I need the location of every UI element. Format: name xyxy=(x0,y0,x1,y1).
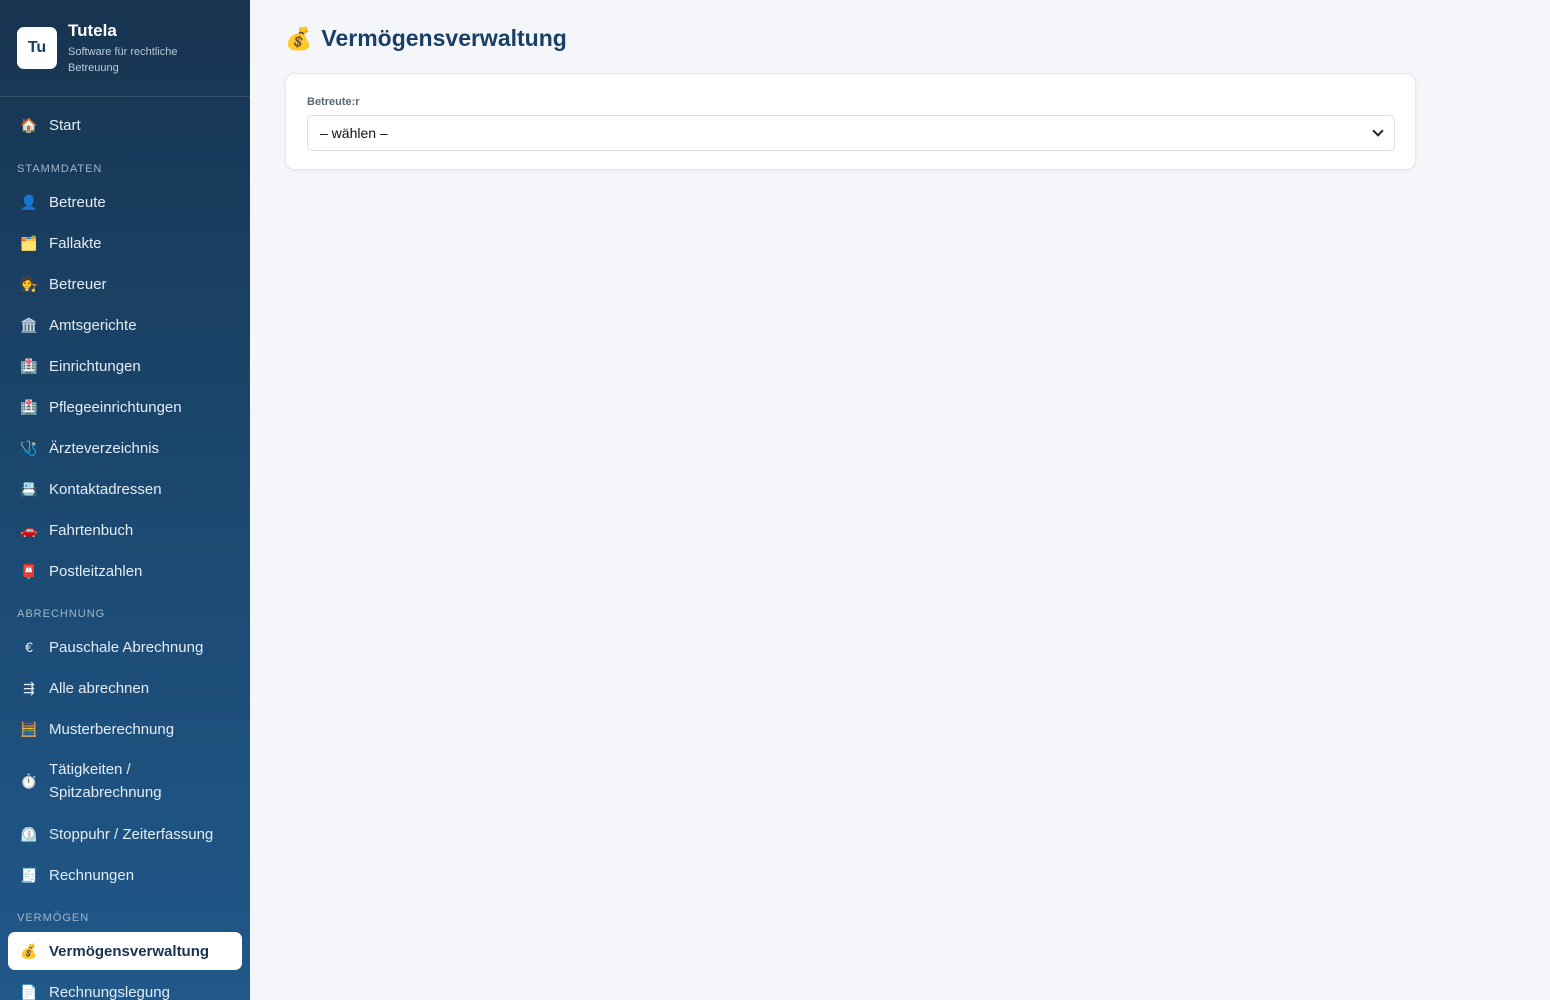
sidebar-item-label: Fahrtenbuch xyxy=(49,521,134,539)
sidebar-item-musterberechnung[interactable]: 🧮 Musterberechnung xyxy=(8,711,242,747)
sidebar-item-aerzteverzeichnis[interactable]: 🩺 Ärzteverzeichnis xyxy=(8,430,242,466)
judge-icon: 🧑‍⚖️ xyxy=(20,275,38,292)
app-logo: Tu xyxy=(17,27,57,69)
sidebar-item-fallakte[interactable]: 🗂️ Fallakte xyxy=(8,225,242,261)
sidebar-item-label: Ärzteverzeichnis xyxy=(49,439,160,457)
sidebar-item-start[interactable]: 🏠 Start xyxy=(8,107,242,143)
main-content: 💰 Vermögensverwaltung Betreute:r – wähle… xyxy=(250,0,1550,1000)
sidebar-item-label: Alle abrechnen xyxy=(49,679,150,697)
section-stammdaten: STAMMDATEN xyxy=(17,163,103,175)
sidebar-item-label: Postleitzahlen xyxy=(49,562,143,580)
sidebar-item-label: Pflegeeinrichtungen xyxy=(49,398,182,416)
sidebar-item-taetigkeiten[interactable]: ⏱️ Tätigkeiten / Spitzabrechnung xyxy=(8,756,242,806)
sidebar-item-kontaktadressen[interactable]: 📇 Kontaktadressen xyxy=(8,471,242,507)
sidebar-item-label: Betreute xyxy=(49,193,106,211)
betreute-select[interactable]: – wählen – xyxy=(307,115,1395,151)
sidebar-item-label: Amtsgerichte xyxy=(49,316,137,334)
sidebar-item-betreuer[interactable]: 🧑‍⚖️ Betreuer xyxy=(8,266,242,302)
brand-header: Tu Tutela Software für rechtliche Betreu… xyxy=(0,0,250,97)
sidebar-item-label: Pauschale Abrechnung xyxy=(49,638,204,656)
sidebar-item-label: Stoppuhr / Zeiterfassung xyxy=(49,825,214,843)
receipt-icon: 🧾 xyxy=(20,866,38,883)
betreute-select-card: Betreute:r – wählen – xyxy=(285,73,1416,170)
betreute-field-label: Betreute:r xyxy=(307,96,360,108)
app-subtitle: Software für rechtliche Betreuung xyxy=(68,46,178,74)
sidebar-item-amtsgerichte[interactable]: 🏛️ Amtsgerichte xyxy=(8,307,242,343)
sidebar-item-label: Vermögensverwaltung xyxy=(49,942,210,960)
sidebar-item-alle-abrechnen[interactable]: ⇶ Alle abrechnen xyxy=(8,670,242,706)
sidebar-item-label: Musterberechnung xyxy=(49,720,175,738)
home-icon: 🏠 xyxy=(20,116,38,133)
sidebar-item-label: Rechnungslegung xyxy=(49,983,170,1000)
sidebar-item-label: Einrichtungen xyxy=(49,357,141,375)
sidebar-item-postleitzahlen[interactable]: 📮 Postleitzahlen xyxy=(8,553,242,589)
sidebar-item-vermoegensverwaltung[interactable]: 💰 Vermögensverwaltung xyxy=(8,932,242,970)
document-icon: 📄 xyxy=(20,983,38,1000)
app-name: Tutela xyxy=(68,21,117,40)
money-bag-icon: 💰 xyxy=(285,25,313,51)
stopwatch-icon: ⏱️ xyxy=(20,772,38,789)
sidebar-item-einrichtungen[interactable]: 🏥 Einrichtungen xyxy=(8,348,242,384)
folder-icon: 🗂️ xyxy=(20,234,38,251)
card-index-icon: 📇 xyxy=(20,480,38,497)
chevron-down-icon xyxy=(1372,125,1384,137)
sidebar-item-label: Kontaktadressen xyxy=(49,480,162,498)
betreute-select-value: – wählen – xyxy=(320,125,388,141)
euro-icon: € xyxy=(25,639,33,655)
sidebar-item-pauschale-abrechnung[interactable]: € Pauschale Abrechnung xyxy=(8,629,242,665)
person-icon: 👤 xyxy=(20,193,38,210)
sidebar-item-label: Fallakte xyxy=(49,234,102,252)
page-title-text: Vermögensverwaltung xyxy=(321,25,567,51)
section-abrechnung: ABRECHNUNG xyxy=(17,608,106,620)
sidebar-item-label: Tätigkeiten / Spitzabrechnung xyxy=(49,761,162,801)
postbox-icon: 📮 xyxy=(20,562,38,579)
stethoscope-icon: 🩺 xyxy=(20,439,38,456)
sidebar-item-label: Start xyxy=(49,116,81,134)
brand-text: Tutela Software für rechtliche Betreuung xyxy=(68,20,208,76)
sidebar-item-label: Rechnungen xyxy=(49,866,135,884)
sidebar-item-betreute[interactable]: 👤 Betreute xyxy=(8,184,242,220)
money-bag-icon: 💰 xyxy=(20,942,38,959)
sidebar-item-stoppuhr[interactable]: ⏲️ Stoppuhr / Zeiterfassung xyxy=(8,816,242,852)
sidebar-item-pflegeeinrichtungen[interactable]: 🏥 Pflegeeinrichtungen xyxy=(8,389,242,425)
section-vermoegen: VERMÖGEN xyxy=(17,912,90,924)
sidebar-item-label: Betreuer xyxy=(49,275,107,293)
sidebar-item-fahrtenbuch[interactable]: 🚗 Fahrtenbuch xyxy=(8,512,242,548)
timer-icon: ⏲️ xyxy=(20,825,38,842)
page-title: 💰 Vermögensverwaltung xyxy=(285,25,567,52)
triple-arrow-icon: ⇶ xyxy=(23,679,35,696)
sidebar-item-rechnungen[interactable]: 🧾 Rechnungen xyxy=(8,857,242,893)
sidebar: Tu Tutela Software für rechtliche Betreu… xyxy=(0,0,250,1000)
sidebar-item-rechnungslegung[interactable]: 📄 Rechnungslegung xyxy=(8,974,242,1000)
hospital-icon: 🏥 xyxy=(20,398,38,415)
hospital-icon: 🏥 xyxy=(20,357,38,374)
car-icon: 🚗 xyxy=(20,521,38,538)
court-icon: 🏛️ xyxy=(20,316,38,333)
abacus-icon: 🧮 xyxy=(20,720,38,737)
